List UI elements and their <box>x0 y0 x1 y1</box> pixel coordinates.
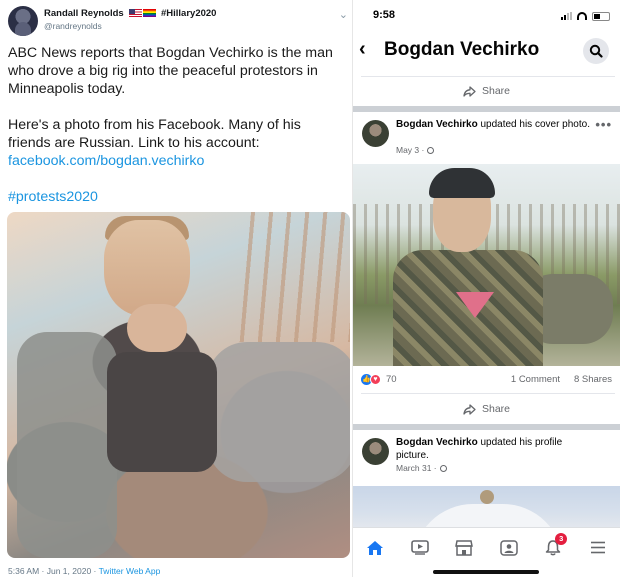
tweet-text: ABC News reports that Bogdan Vechirko is… <box>8 44 344 206</box>
post-avatar[interactable] <box>362 438 389 465</box>
status-bar: 9:58 <box>353 0 620 30</box>
chevron-down-icon[interactable]: ⌄ <box>339 8 348 21</box>
share-button[interactable]: Share <box>353 78 620 104</box>
section-separator <box>353 106 620 112</box>
hamburger-menu-icon <box>590 541 605 554</box>
notifications-tab[interactable]: 3 <box>538 532 568 563</box>
tweet-card: Randall Reynolds #Hillary2020 @randreyno… <box>0 0 352 577</box>
video-icon <box>410 540 429 555</box>
search-icon <box>589 44 603 58</box>
signal-icon <box>561 12 572 20</box>
marketplace-tab[interactable] <box>449 533 479 563</box>
groups-icon <box>500 539 518 556</box>
comment-count[interactable]: 1 Comment <box>511 374 560 385</box>
menu-tab[interactable] <box>583 533 613 563</box>
watch-tab[interactable] <box>405 533 435 563</box>
divider <box>361 76 615 77</box>
search-button[interactable] <box>583 38 609 64</box>
post-action: updated his cover photo. <box>477 119 590 130</box>
home-tab[interactable] <box>360 533 390 563</box>
post-headline: Bogdan Vechirko updated his profile pict… <box>396 437 591 462</box>
facebook-link[interactable]: facebook.com/bogdan.vechirko <box>8 153 204 169</box>
divider <box>361 393 615 394</box>
post-header: Bogdan Vechirko updated his cover photo.… <box>353 116 620 164</box>
page-title: Bogdan Vechirko <box>384 39 540 60</box>
share-icon <box>463 403 476 415</box>
share-label: Share <box>481 85 511 97</box>
tweet-photo[interactable] <box>7 212 350 558</box>
tweet-metadata: 5:36 AM · Jun 1, 2020 · Twitter Web App <box>8 566 160 576</box>
facebook-phone-screenshot: 9:58 ‹ Bogdan Vechirko Share Bogdan Vech… <box>353 0 620 577</box>
post-author[interactable]: Bogdan Vechirko <box>396 119 478 130</box>
share-count[interactable]: 8 Shares <box>574 374 612 385</box>
author-name[interactable]: Randall Reynolds <box>44 8 124 19</box>
wifi-icon <box>577 12 587 20</box>
author-handle[interactable]: @randreynolds <box>44 21 102 31</box>
tweet-paragraph-2: Here's a photo from his Facebook. Many o… <box>8 116 344 170</box>
battery-icon <box>592 11 610 21</box>
tweet-paragraph-2-text: Here's a photo from his Facebook. Many o… <box>8 117 301 151</box>
home-icon <box>367 540 384 555</box>
author-name-hashtag: #Hillary2020 <box>161 8 217 19</box>
tweet-timestamp[interactable]: 5:36 AM · Jun 1, 2020 · <box>8 566 99 576</box>
share-icon <box>463 85 476 97</box>
post-avatar[interactable] <box>362 120 389 147</box>
post-date[interactable]: May 3 · <box>396 145 435 155</box>
tweet-paragraph-1: ABC News reports that Bogdan Vechirko is… <box>8 45 333 97</box>
post-date[interactable]: March 31 · <box>396 463 447 473</box>
cover-photo[interactable] <box>353 164 620 366</box>
notification-badge: 3 <box>555 532 568 545</box>
author-name-row[interactable]: Randall Reynolds #Hillary2020 <box>44 8 216 19</box>
post-author[interactable]: Bogdan Vechirko <box>396 437 478 448</box>
shop-icon <box>455 539 474 556</box>
groups-tab[interactable] <box>494 533 524 563</box>
post-date-text: May 3 · <box>396 145 425 155</box>
author-avatar[interactable] <box>8 6 38 36</box>
post-header: Bogdan Vechirko updated his profile pict… <box>353 434 620 482</box>
post-date-text: March 31 · <box>396 463 437 473</box>
tweet-header: Randall Reynolds #Hillary2020 @randreyno… <box>8 6 350 38</box>
globe-icon <box>427 146 435 154</box>
hashtag-link[interactable]: #protests2020 <box>8 189 98 205</box>
globe-icon <box>439 464 447 472</box>
status-time: 9:58 <box>373 9 396 21</box>
tweet-source[interactable]: Twitter Web App <box>99 566 161 576</box>
reactions-row: 👍 ♥ 70 1 Comment 8 Shares <box>353 370 620 390</box>
reaction-count[interactable]: 70 <box>386 374 397 385</box>
profile-photo[interactable] <box>353 486 620 531</box>
back-arrow-icon[interactable]: ‹ <box>359 38 366 61</box>
page-header: ‹ Bogdan Vechirko <box>353 30 620 72</box>
bottom-tab-bar: 3 <box>353 527 620 567</box>
post-headline: Bogdan Vechirko updated his cover photo. <box>396 119 591 132</box>
section-separator <box>353 424 620 430</box>
love-reaction-icon: ♥ <box>370 374 381 385</box>
rainbow-flag-icon <box>143 9 157 17</box>
post-share-button[interactable]: Share <box>353 396 620 422</box>
more-options-icon[interactable]: ••• <box>595 117 612 132</box>
share-label: Share <box>481 403 511 415</box>
status-icons <box>561 11 610 21</box>
home-indicator <box>433 570 539 574</box>
us-flag-icon <box>129 9 143 17</box>
